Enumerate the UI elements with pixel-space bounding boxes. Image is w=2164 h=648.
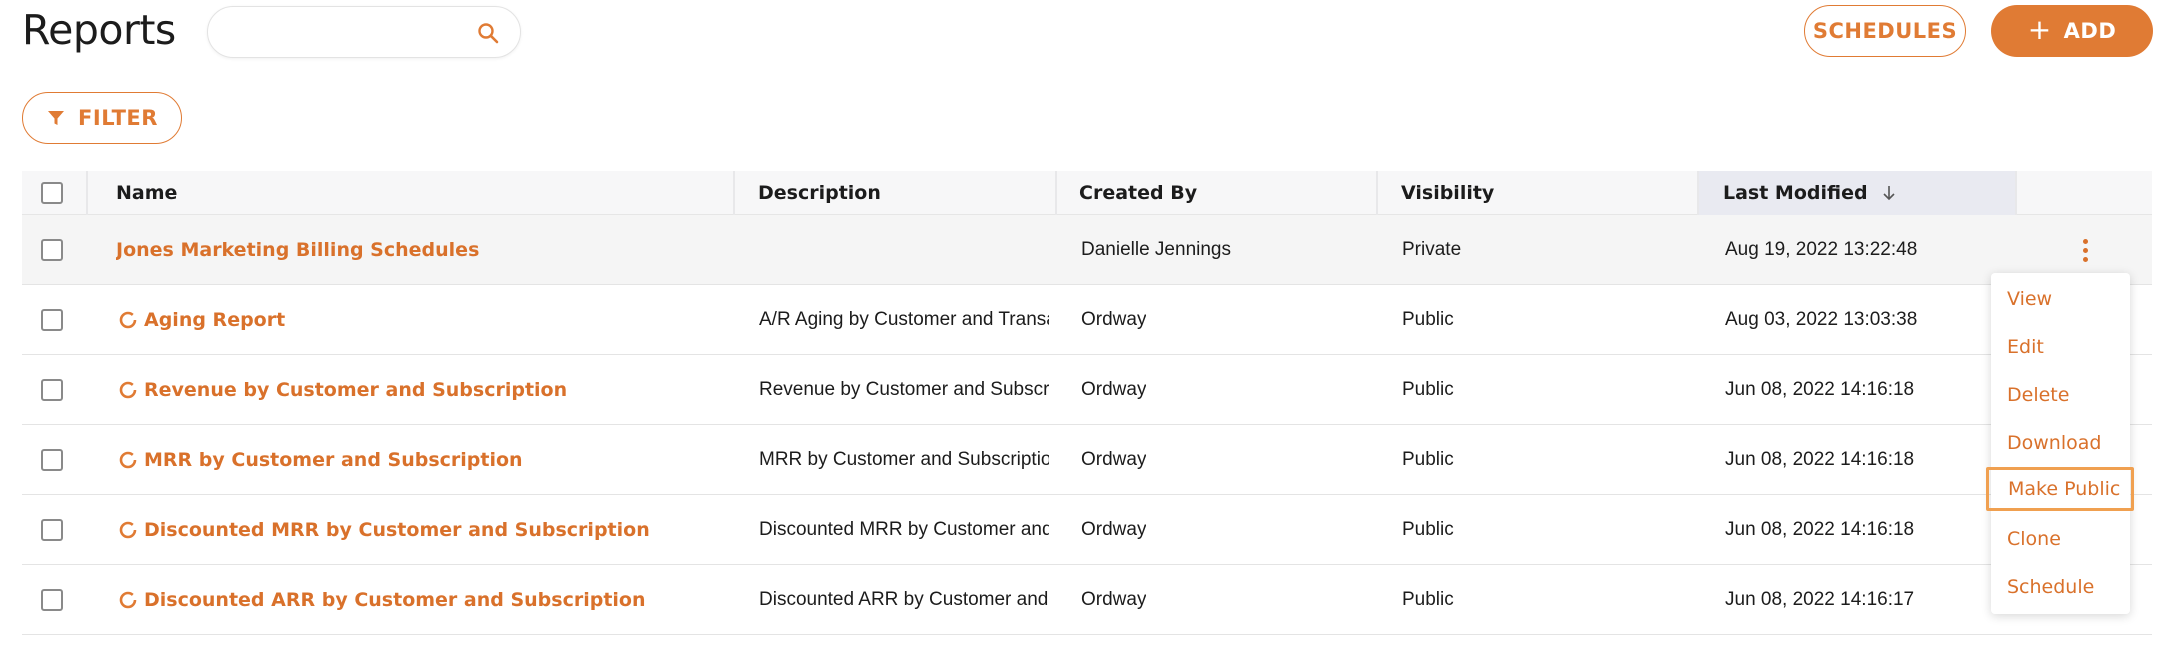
row-checkbox[interactable]: [41, 239, 63, 261]
select-all-checkbox[interactable]: [41, 182, 63, 204]
menu-item-delete[interactable]: Delete: [1991, 373, 2130, 417]
loading-ring-icon: [119, 521, 137, 539]
column-header-description[interactable]: Description: [758, 171, 881, 215]
arrow-down-icon[interactable]: [1880, 184, 1898, 202]
loading-ring-icon: [119, 311, 137, 329]
column-divider: [2015, 171, 2017, 215]
table-row[interactable]: MRR by Customer and Subscription MRR by …: [22, 425, 2152, 495]
loading-ring-icon: [119, 451, 137, 469]
report-created-by: Ordway: [1081, 519, 1147, 540]
report-created-by: Danielle Jennings: [1081, 239, 1231, 260]
report-description: Revenue by Customer and Subscri: [759, 379, 1049, 400]
report-name-link[interactable]: Discounted ARR by Customer and Subscript…: [118, 565, 646, 635]
report-name-link[interactable]: Revenue by Customer and Subscription: [118, 355, 567, 425]
table-row[interactable]: Jones Marketing Billing Schedules Daniel…: [22, 215, 2152, 285]
loading-ring-icon: [119, 591, 137, 609]
add-button[interactable]: + ADD: [1991, 5, 2153, 57]
report-name-label: Discounted ARR by Customer and Subscript…: [144, 589, 646, 611]
report-last-modified: Aug 03, 2022 13:03:38: [1725, 309, 1918, 330]
table-header: Name Description Created By Visibility L…: [22, 171, 2152, 215]
column-header-name[interactable]: Name: [116, 171, 177, 215]
menu-item-schedule[interactable]: Schedule: [1991, 565, 2130, 609]
report-name-link[interactable]: Jones Marketing Billing Schedules: [116, 215, 479, 285]
row-checkbox[interactable]: [41, 589, 63, 611]
table-row[interactable]: Aging Report A/R Aging by Customer and T…: [22, 285, 2152, 355]
filter-button-label: FILTER: [78, 106, 158, 130]
column-header-last-modified-label: Last Modified: [1723, 182, 1868, 204]
report-name-link[interactable]: Discounted MRR by Customer and Subscript…: [118, 495, 650, 565]
menu-item-view[interactable]: View: [1991, 277, 2130, 321]
plus-icon: +: [2027, 12, 2052, 46]
menu-item-clone[interactable]: Clone: [1991, 517, 2130, 561]
report-name-label: Aging Report: [144, 309, 286, 331]
report-last-modified: Aug 19, 2022 13:22:48: [1725, 239, 1918, 260]
report-visibility: Public: [1402, 519, 1454, 540]
report-description: Discounted ARR by Customer and: [759, 589, 1049, 610]
report-created-by: Ordway: [1081, 309, 1147, 330]
add-button-label: ADD: [2063, 19, 2117, 43]
report-description: MRR by Customer and Subscriptio: [759, 449, 1049, 470]
search-icon[interactable]: [476, 21, 500, 45]
schedules-button-label: SCHEDULES: [1812, 19, 1958, 43]
report-visibility: Public: [1402, 589, 1454, 610]
search-box[interactable]: [207, 6, 521, 58]
report-description: A/R Aging by Customer and Transa: [759, 309, 1049, 330]
report-visibility: Public: [1402, 449, 1454, 470]
row-checkbox[interactable]: [41, 309, 63, 331]
table-row[interactable]: Discounted ARR by Customer and Subscript…: [22, 565, 2152, 635]
column-header-last-modified[interactable]: Last Modified: [1723, 171, 1898, 215]
page-title: Reports: [22, 6, 176, 54]
column-divider: [733, 171, 735, 215]
report-name-label: Discounted MRR by Customer and Subscript…: [144, 519, 650, 541]
schedules-button[interactable]: SCHEDULES: [1804, 5, 1966, 57]
report-created-by: Ordway: [1081, 379, 1147, 400]
report-visibility: Public: [1402, 309, 1454, 330]
column-divider: [1376, 171, 1378, 215]
table-row[interactable]: Revenue by Customer and Subscription Rev…: [22, 355, 2152, 425]
filter-button[interactable]: FILTER: [22, 92, 182, 144]
loading-ring-icon: [119, 381, 137, 399]
column-divider: [1055, 171, 1057, 215]
report-name-label: Revenue by Customer and Subscription: [144, 379, 568, 401]
report-description: [759, 215, 1049, 285]
report-description: Discounted MRR by Customer and: [759, 519, 1049, 540]
row-checkbox[interactable]: [41, 379, 63, 401]
report-visibility: Public: [1402, 379, 1454, 400]
column-header-created-by[interactable]: Created By: [1079, 171, 1197, 215]
reports-page: Reports SCHEDULES + ADD FILTER Name Desc…: [0, 0, 2164, 648]
report-name-label: MRR by Customer and Subscription: [144, 449, 523, 471]
filter-icon: [48, 111, 65, 125]
column-divider: [86, 171, 88, 215]
row-checkbox[interactable]: [41, 449, 63, 471]
report-created-by: Ordway: [1081, 589, 1147, 610]
menu-item-make-public[interactable]: Make Public: [1986, 467, 2134, 511]
row-actions-menu: View Edit Delete Download Make Public Cl…: [1986, 273, 2134, 614]
report-last-modified: Jun 08, 2022 14:16:17: [1725, 589, 1915, 610]
report-name-link[interactable]: Aging Report: [118, 285, 285, 355]
report-visibility: Private: [1402, 239, 1462, 260]
search-input[interactable]: [226, 17, 466, 49]
column-divider: [1697, 171, 1699, 215]
menu-item-edit[interactable]: Edit: [1991, 325, 2130, 369]
report-last-modified: Jun 08, 2022 14:16:18: [1725, 449, 1915, 470]
report-last-modified: Jun 08, 2022 14:16:18: [1725, 379, 1915, 400]
report-last-modified: Jun 08, 2022 14:16:18: [1725, 519, 1915, 540]
column-header-visibility[interactable]: Visibility: [1401, 171, 1494, 215]
menu-item-download[interactable]: Download: [1991, 421, 2130, 465]
report-name-link[interactable]: MRR by Customer and Subscription: [118, 425, 523, 495]
row-checkbox[interactable]: [41, 519, 63, 541]
table-row[interactable]: Discounted MRR by Customer and Subscript…: [22, 495, 2152, 565]
report-created-by: Ordway: [1081, 449, 1147, 470]
reports-table: Name Description Created By Visibility L…: [22, 171, 2152, 635]
